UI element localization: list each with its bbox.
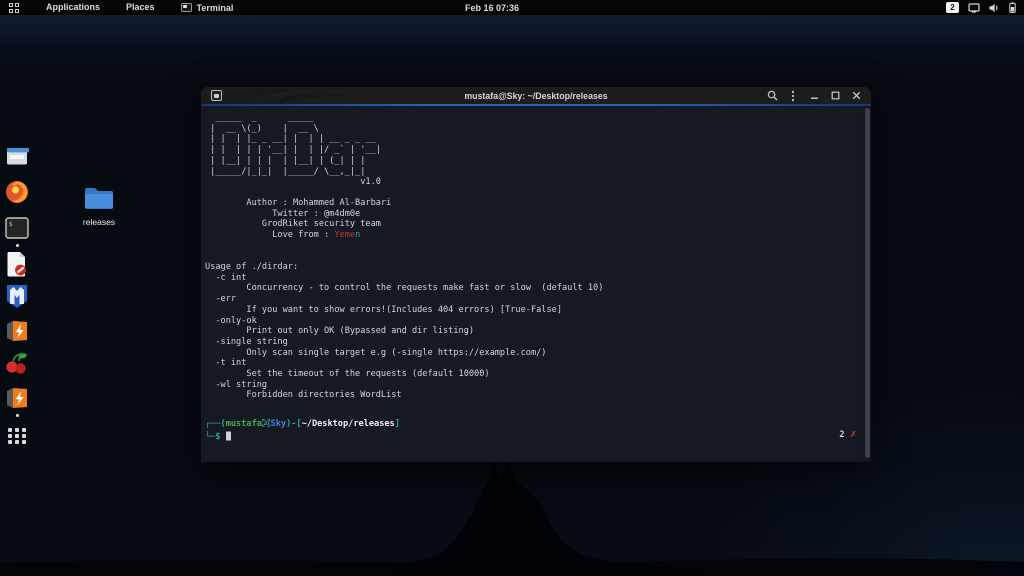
metasploit-icon [5,284,29,309]
kebab-menu-icon[interactable] [787,90,799,102]
prompt-line-1: ┌──(mustafa㉉Sky)-[~/Desktop/releases] [205,419,400,430]
firefox-icon [5,180,29,204]
app-grid-icon [5,424,29,448]
svg-text:$: $ [9,221,13,228]
titlebar-controls [766,90,871,102]
dock-exploit-app[interactable] [5,319,29,343]
close-button[interactable] [850,90,862,102]
usage-line: -t int [205,358,603,369]
team-line: GrodRiket security team [205,219,391,230]
display-icon[interactable] [968,3,980,13]
usage-line: -err [205,294,603,305]
dock-app-grid[interactable] [5,424,29,448]
file-manager-icon [5,143,29,167]
terminal-content[interactable]: _____ _ _____ | __ \(_) | __ \ | | | |_ … [201,106,871,462]
dock-terminal[interactable]: $ [5,216,29,240]
minimize-button[interactable] [808,90,820,102]
usage-line: Only scan single target e.g (-single htt… [205,348,603,359]
clock[interactable]: Feb 16 07:36 [465,3,519,13]
usage-line: -single string [205,337,603,348]
usage-line: -wl string [205,380,603,391]
top-bar: Applications Places Terminal Feb 16 07:3… [0,0,1024,15]
orange-cube-lightning-icon [5,386,29,410]
ascii-banner: _____ _ _____ | __ \(_) | __ \ | | | |_ … [205,113,381,188]
terminal-window-icon [181,3,192,12]
terminal-cursor [226,431,232,440]
exit-status: 2 ✗ [839,430,857,441]
menu-applications[interactable]: Applications [33,0,113,15]
dock-file-manager[interactable] [5,143,29,167]
exploit-app-running-dot [16,414,19,417]
document-blocked-icon [5,251,29,277]
usage-line: Print out only OK (Bypassed and dir list… [205,326,603,337]
author-line: Author : Mohammed Al-Barbari [205,198,391,209]
scrollbar-thumb[interactable] [865,108,870,458]
terminal-titlebar[interactable]: mustafa@Sky: ~/Desktop/releases [201,87,871,104]
usage-line: Forbidden directories WordList [205,390,603,401]
desktop-folder-label: releases [82,217,116,227]
folder-icon [84,186,114,210]
love-line: Love from : Yemen [205,230,391,241]
terminal-window: mustafa@Sky: ~/Desktop/releases _____ _ … [201,87,871,462]
orange-cube-lightning-icon [5,319,29,343]
top-bar-left: Applications Places Terminal [0,0,246,15]
usage-line: If you want to show errors!(Includes 404… [205,305,603,316]
usage-line: Concurrency - to control the requests ma… [205,283,603,294]
prompt-line-2: └─$ [205,430,400,443]
workspace-indicator[interactable]: 2 [946,2,959,13]
twitter-line: Twitter : @m4dm0e [205,209,391,220]
terminal-icon: $ [5,216,29,240]
usage-line: Usage of ./dirdar: [205,262,603,273]
usage-line: -c int [205,273,603,284]
battery-icon[interactable] [1009,2,1016,13]
terminal-tab-icon [211,90,222,101]
dock-cherrytree[interactable] [5,352,29,376]
volume-icon[interactable] [989,3,1000,13]
workspace-grid-icon[interactable] [9,3,19,13]
dock-metasploit[interactable] [5,284,29,308]
menu-terminal[interactable]: Terminal [168,3,247,13]
author-block: Author : Mohammed Al-Barbari Twitter : @… [205,198,391,241]
dock-firefox[interactable] [5,180,29,204]
cherrytree-icon [5,352,29,376]
top-bar-right: 2 [946,2,1024,13]
menu-places[interactable]: Places [113,0,168,15]
desktop-folder-releases[interactable]: releases [82,186,116,227]
shell-prompt: ┌──(mustafa㉉Sky)-[~/Desktop/releases] └─… [205,419,400,442]
maximize-button[interactable] [829,90,841,102]
usage-line: -only-ok [205,316,603,327]
dock-text-editor[interactable] [5,251,29,275]
terminal-scrollbar[interactable] [863,106,871,462]
usage-line: Set the timeout of the requests (default… [205,369,603,380]
kali-at-symbol: ㉉ [262,419,271,429]
wallpaper-glow [0,15,1024,85]
menu-terminal-label: Terminal [197,3,234,13]
terminal-running-dot [16,244,19,247]
search-icon[interactable] [766,90,778,102]
dock-exploit-app-2[interactable] [5,386,29,410]
usage-block: Usage of ./dirdar: -c int Concurrency - … [205,262,603,401]
